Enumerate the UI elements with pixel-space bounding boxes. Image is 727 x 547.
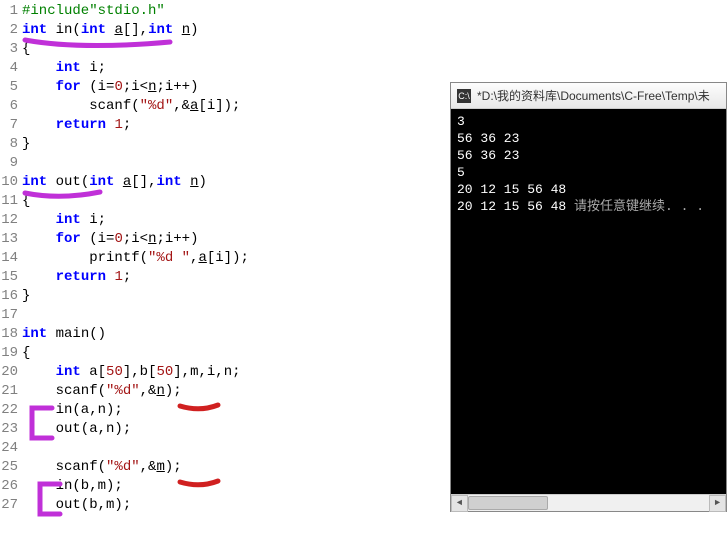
- code-line[interactable]: 12 int i;: [0, 211, 450, 230]
- line-number: 18: [0, 325, 22, 344]
- code-line[interactable]: 13 for (i=0;i<n;i++): [0, 230, 450, 249]
- code-content[interactable]: int in(int a[],int n): [22, 21, 450, 40]
- code-content[interactable]: {: [22, 192, 450, 211]
- code-line[interactable]: 10int out(int a[],int n): [0, 173, 450, 192]
- code-content[interactable]: [22, 154, 450, 173]
- code-line[interactable]: 26 in(b,m);: [0, 477, 450, 496]
- line-number: 19: [0, 344, 22, 363]
- line-number: 6: [0, 97, 22, 116]
- code-line[interactable]: 22 in(a,n);: [0, 401, 450, 420]
- code-content[interactable]: }: [22, 135, 450, 154]
- console-line: 56 36 23: [457, 147, 720, 164]
- console-output[interactable]: 356 36 2356 36 23520 12 15 56 4820 12 15…: [451, 109, 726, 494]
- code-content[interactable]: {: [22, 344, 450, 363]
- line-number: 20: [0, 363, 22, 382]
- code-content[interactable]: #include"stdio.h": [22, 2, 450, 21]
- line-number: 7: [0, 116, 22, 135]
- line-number: 10: [0, 173, 22, 192]
- line-number: 24: [0, 439, 22, 458]
- code-line[interactable]: 4 int i;: [0, 59, 450, 78]
- code-content[interactable]: int a[50],b[50],m,i,n;: [22, 363, 450, 382]
- console-line: 5: [457, 164, 720, 181]
- line-number: 11: [0, 192, 22, 211]
- line-number: 2: [0, 21, 22, 40]
- code-line[interactable]: 14 printf("%d ",a[i]);: [0, 249, 450, 268]
- code-line[interactable]: 5 for (i=0;i<n;i++): [0, 78, 450, 97]
- code-line[interactable]: 24: [0, 439, 450, 458]
- line-number: 5: [0, 78, 22, 97]
- code-content[interactable]: int out(int a[],int n): [22, 173, 450, 192]
- code-content[interactable]: out(b,m);: [22, 496, 450, 515]
- code-content[interactable]: for (i=0;i<n;i++): [22, 230, 450, 249]
- code-line[interactable]: 6 scanf("%d",&a[i]);: [0, 97, 450, 116]
- console-line: 20 12 15 56 48 请按任意键继续. . .: [457, 198, 720, 215]
- scroll-left-arrow[interactable]: ◄: [451, 495, 468, 512]
- code-line[interactable]: 3{: [0, 40, 450, 59]
- code-content[interactable]: [22, 306, 450, 325]
- code-line[interactable]: 20 int a[50],b[50],m,i,n;: [0, 363, 450, 382]
- scroll-right-arrow[interactable]: ►: [709, 495, 726, 512]
- code-content[interactable]: [22, 439, 450, 458]
- code-content[interactable]: int main(): [22, 325, 450, 344]
- code-line[interactable]: 21 scanf("%d",&n);: [0, 382, 450, 401]
- line-number: 16: [0, 287, 22, 306]
- code-content[interactable]: in(a,n);: [22, 401, 450, 420]
- console-line: 20 12 15 56 48: [457, 181, 720, 198]
- code-content[interactable]: }: [22, 287, 450, 306]
- line-number: 8: [0, 135, 22, 154]
- line-number: 14: [0, 249, 22, 268]
- code-content[interactable]: in(b,m);: [22, 477, 450, 496]
- code-content[interactable]: for (i=0;i<n;i++): [22, 78, 450, 97]
- code-line[interactable]: 27 out(b,m);: [0, 496, 450, 515]
- code-editor[interactable]: 1#include"stdio.h"2int in(int a[],int n)…: [0, 0, 450, 547]
- line-number: 26: [0, 477, 22, 496]
- code-line[interactable]: 11{: [0, 192, 450, 211]
- code-content[interactable]: printf("%d ",a[i]);: [22, 249, 450, 268]
- code-line[interactable]: 15 return 1;: [0, 268, 450, 287]
- line-number: 17: [0, 306, 22, 325]
- code-content[interactable]: int i;: [22, 211, 450, 230]
- code-line[interactable]: 9: [0, 154, 450, 173]
- console-window: C:\ *D:\我的资料库\Documents\C-Free\Temp\未 35…: [450, 82, 727, 512]
- code-line[interactable]: 2int in(int a[],int n): [0, 21, 450, 40]
- console-line: 3: [457, 113, 720, 130]
- horizontal-scrollbar[interactable]: ◄ ►: [451, 494, 726, 511]
- line-number: 12: [0, 211, 22, 230]
- line-number: 4: [0, 59, 22, 78]
- line-number: 13: [0, 230, 22, 249]
- line-number: 27: [0, 496, 22, 515]
- code-content[interactable]: scanf("%d",&a[i]);: [22, 97, 450, 116]
- code-content[interactable]: return 1;: [22, 116, 450, 135]
- code-line[interactable]: 25 scanf("%d",&m);: [0, 458, 450, 477]
- code-line[interactable]: 8}: [0, 135, 450, 154]
- code-line[interactable]: 18int main(): [0, 325, 450, 344]
- line-number: 3: [0, 40, 22, 59]
- code-content[interactable]: scanf("%d",&n);: [22, 382, 450, 401]
- code-content[interactable]: out(a,n);: [22, 420, 450, 439]
- line-number: 21: [0, 382, 22, 401]
- code-content[interactable]: scanf("%d",&m);: [22, 458, 450, 477]
- line-number: 1: [0, 2, 22, 21]
- console-title-text: *D:\我的资料库\Documents\C-Free\Temp\未: [477, 87, 710, 104]
- code-line[interactable]: 1#include"stdio.h": [0, 2, 450, 21]
- scroll-thumb[interactable]: [468, 496, 548, 510]
- code-line[interactable]: 17: [0, 306, 450, 325]
- scroll-track[interactable]: [468, 495, 709, 512]
- code-line[interactable]: 7 return 1;: [0, 116, 450, 135]
- console-line: 56 36 23: [457, 130, 720, 147]
- line-number: 23: [0, 420, 22, 439]
- code-line[interactable]: 16}: [0, 287, 450, 306]
- console-icon: C:\: [457, 89, 471, 103]
- line-number: 25: [0, 458, 22, 477]
- console-titlebar[interactable]: C:\ *D:\我的资料库\Documents\C-Free\Temp\未: [451, 83, 726, 109]
- code-content[interactable]: return 1;: [22, 268, 450, 287]
- line-number: 9: [0, 154, 22, 173]
- line-number: 22: [0, 401, 22, 420]
- code-content[interactable]: {: [22, 40, 450, 59]
- line-number: 15: [0, 268, 22, 287]
- code-content[interactable]: int i;: [22, 59, 450, 78]
- code-line[interactable]: 23 out(a,n);: [0, 420, 450, 439]
- code-line[interactable]: 19{: [0, 344, 450, 363]
